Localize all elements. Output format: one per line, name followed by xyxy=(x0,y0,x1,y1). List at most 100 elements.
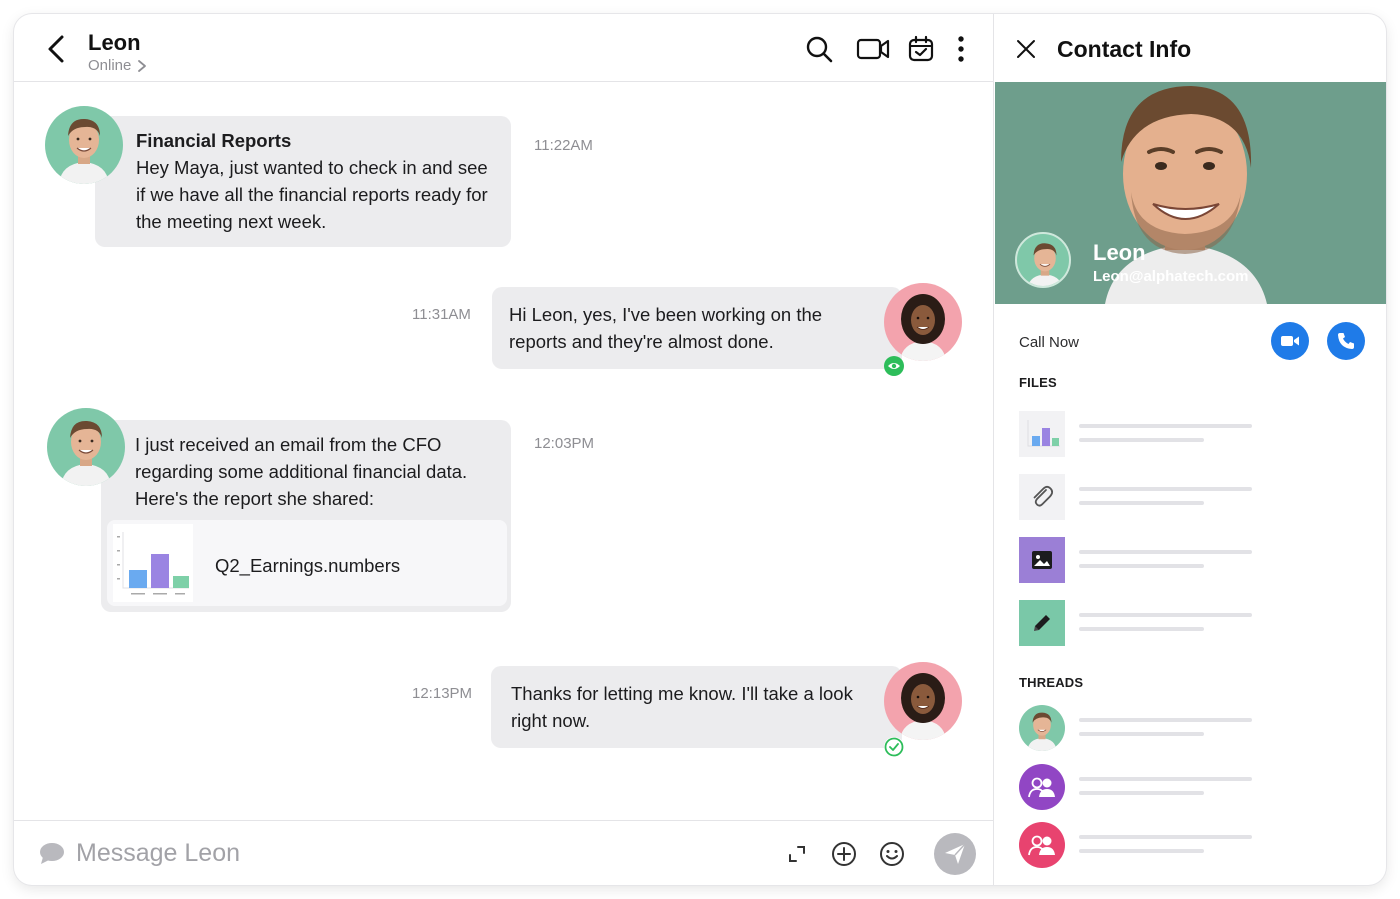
file-item[interactable] xyxy=(1019,411,1359,457)
message-title: Financial Reports xyxy=(136,130,292,151)
expand-icon xyxy=(789,846,805,862)
smiley-icon xyxy=(880,842,904,866)
close-icon xyxy=(1017,40,1035,58)
message-line: Here's the report she shared: xyxy=(135,488,375,509)
placeholder-line xyxy=(1079,627,1204,631)
placeholder-line xyxy=(1079,777,1252,781)
delivered-badge xyxy=(884,737,904,757)
placeholder-line xyxy=(1079,791,1204,795)
call-now-label: Call Now xyxy=(1019,334,1080,351)
paperclip-icon xyxy=(1033,485,1054,507)
message-line: Hi Leon, yes, I've been working on the xyxy=(509,304,823,325)
file-thumbnail xyxy=(1019,537,1065,583)
search-button[interactable] xyxy=(804,34,834,64)
contact-info-panel: Contact Info Leon Leon@alphatech.com Cal xyxy=(995,14,1386,885)
panel-title: Contact Info xyxy=(1057,36,1192,62)
app-window: Leon Online Financial Reports Hey Maya, … xyxy=(14,14,1386,885)
plus-circle-icon xyxy=(832,842,856,866)
chat-pane: Leon Online Financial Reports Hey Maya, … xyxy=(14,14,994,885)
image-icon xyxy=(1032,551,1052,569)
eye-icon xyxy=(888,363,900,369)
incoming-message[interactable]: I just received an email from the CFO re… xyxy=(101,420,511,612)
calendar-check-icon xyxy=(908,35,934,62)
contact-email[interactable]: Leon@alphatech.com xyxy=(1093,268,1249,285)
contact-status[interactable]: Online xyxy=(88,57,147,74)
message-line: I just received an email from the CFO xyxy=(135,434,442,455)
video-icon xyxy=(856,38,890,60)
person-avatar-icon xyxy=(1027,712,1057,751)
chat-header: Leon Online xyxy=(14,14,994,82)
message-line: the meeting next week. xyxy=(136,211,327,232)
message-time: 12:03PM xyxy=(534,435,595,452)
outgoing-message[interactable]: Hi Leon, yes, I've been working on the r… xyxy=(492,287,902,369)
placeholder-line xyxy=(1079,835,1252,839)
file-item[interactable] xyxy=(1019,600,1359,646)
phone-icon xyxy=(1338,333,1354,349)
voice-call-button[interactable] xyxy=(1327,322,1365,360)
emoji-button[interactable] xyxy=(877,839,907,869)
pencil-icon xyxy=(1034,615,1050,631)
message-line: Thanks for letting me know. I'll take a … xyxy=(511,683,853,704)
thread-avatar xyxy=(1019,822,1065,868)
person-avatar-icon xyxy=(59,118,109,184)
file-thumbnail xyxy=(1019,600,1065,646)
message-line: reports and they're almost done. xyxy=(509,331,774,352)
outgoing-message[interactable]: Thanks for letting me know. I'll take a … xyxy=(491,666,902,748)
add-button[interactable] xyxy=(829,839,859,869)
placeholder-line xyxy=(1079,849,1204,853)
file-item[interactable] xyxy=(1019,474,1359,520)
video-call-icon xyxy=(1281,336,1299,346)
chart-icon xyxy=(1027,420,1060,447)
placeholder-line xyxy=(1079,564,1204,568)
placeholder-line xyxy=(1079,550,1252,554)
attachment-name: Q2_Earnings.numbers xyxy=(215,555,401,576)
threads-section-label: THREADS xyxy=(1019,675,1084,690)
send-button[interactable] xyxy=(934,833,976,875)
seen-badge xyxy=(884,356,904,376)
expand-button[interactable] xyxy=(782,839,812,869)
placeholder-line xyxy=(1079,438,1204,442)
video-call-button[interactable] xyxy=(1271,322,1309,360)
more-vertical-icon xyxy=(958,36,964,62)
person-avatar-icon xyxy=(900,673,946,740)
thread-item[interactable] xyxy=(1019,764,1359,810)
message-line: regarding some additional financial data… xyxy=(135,461,468,482)
more-button[interactable] xyxy=(946,34,976,64)
file-item[interactable] xyxy=(1019,537,1359,583)
search-icon xyxy=(806,36,833,63)
message-composer xyxy=(14,820,994,885)
back-chevron-icon xyxy=(48,35,64,63)
avatar-leon[interactable] xyxy=(47,408,125,486)
file-attachment[interactable]: Q2_Earnings.numbers xyxy=(107,520,507,606)
group-icon xyxy=(1028,777,1055,798)
status-text: Online xyxy=(88,57,132,74)
placeholder-line xyxy=(1079,501,1204,505)
attachment-thumbnail xyxy=(113,524,193,602)
message-line: Hey Maya, just wanted to check in and se… xyxy=(136,157,488,178)
send-icon xyxy=(945,843,966,864)
avatar-maya[interactable] xyxy=(884,662,962,740)
person-avatar-icon xyxy=(61,420,111,486)
avatar-leon[interactable] xyxy=(45,106,123,184)
incoming-message[interactable]: Financial Reports Hey Maya, just wanted … xyxy=(95,116,511,247)
thread-item[interactable] xyxy=(1019,705,1359,751)
avatar-maya[interactable] xyxy=(884,283,962,361)
chart-icon xyxy=(117,532,189,595)
placeholder-line xyxy=(1079,613,1252,617)
thread-avatar xyxy=(1019,764,1065,810)
contact-avatar xyxy=(1015,232,1071,288)
back-button[interactable] xyxy=(44,34,70,64)
placeholder-line xyxy=(1079,424,1252,428)
message-line: right now. xyxy=(511,710,591,731)
group-icon xyxy=(1028,835,1055,856)
thread-item[interactable] xyxy=(1019,822,1359,868)
message-line: if we have all the financial reports rea… xyxy=(136,184,488,205)
check-circle-icon xyxy=(884,737,904,757)
files-section-label: FILES xyxy=(1019,375,1057,390)
message-input[interactable] xyxy=(76,835,676,871)
contact-name[interactable]: Leon xyxy=(88,30,141,56)
close-button[interactable] xyxy=(1015,38,1037,60)
calendar-button[interactable] xyxy=(906,34,936,64)
video-button[interactable] xyxy=(856,34,890,64)
speech-bubble-icon xyxy=(40,843,64,864)
